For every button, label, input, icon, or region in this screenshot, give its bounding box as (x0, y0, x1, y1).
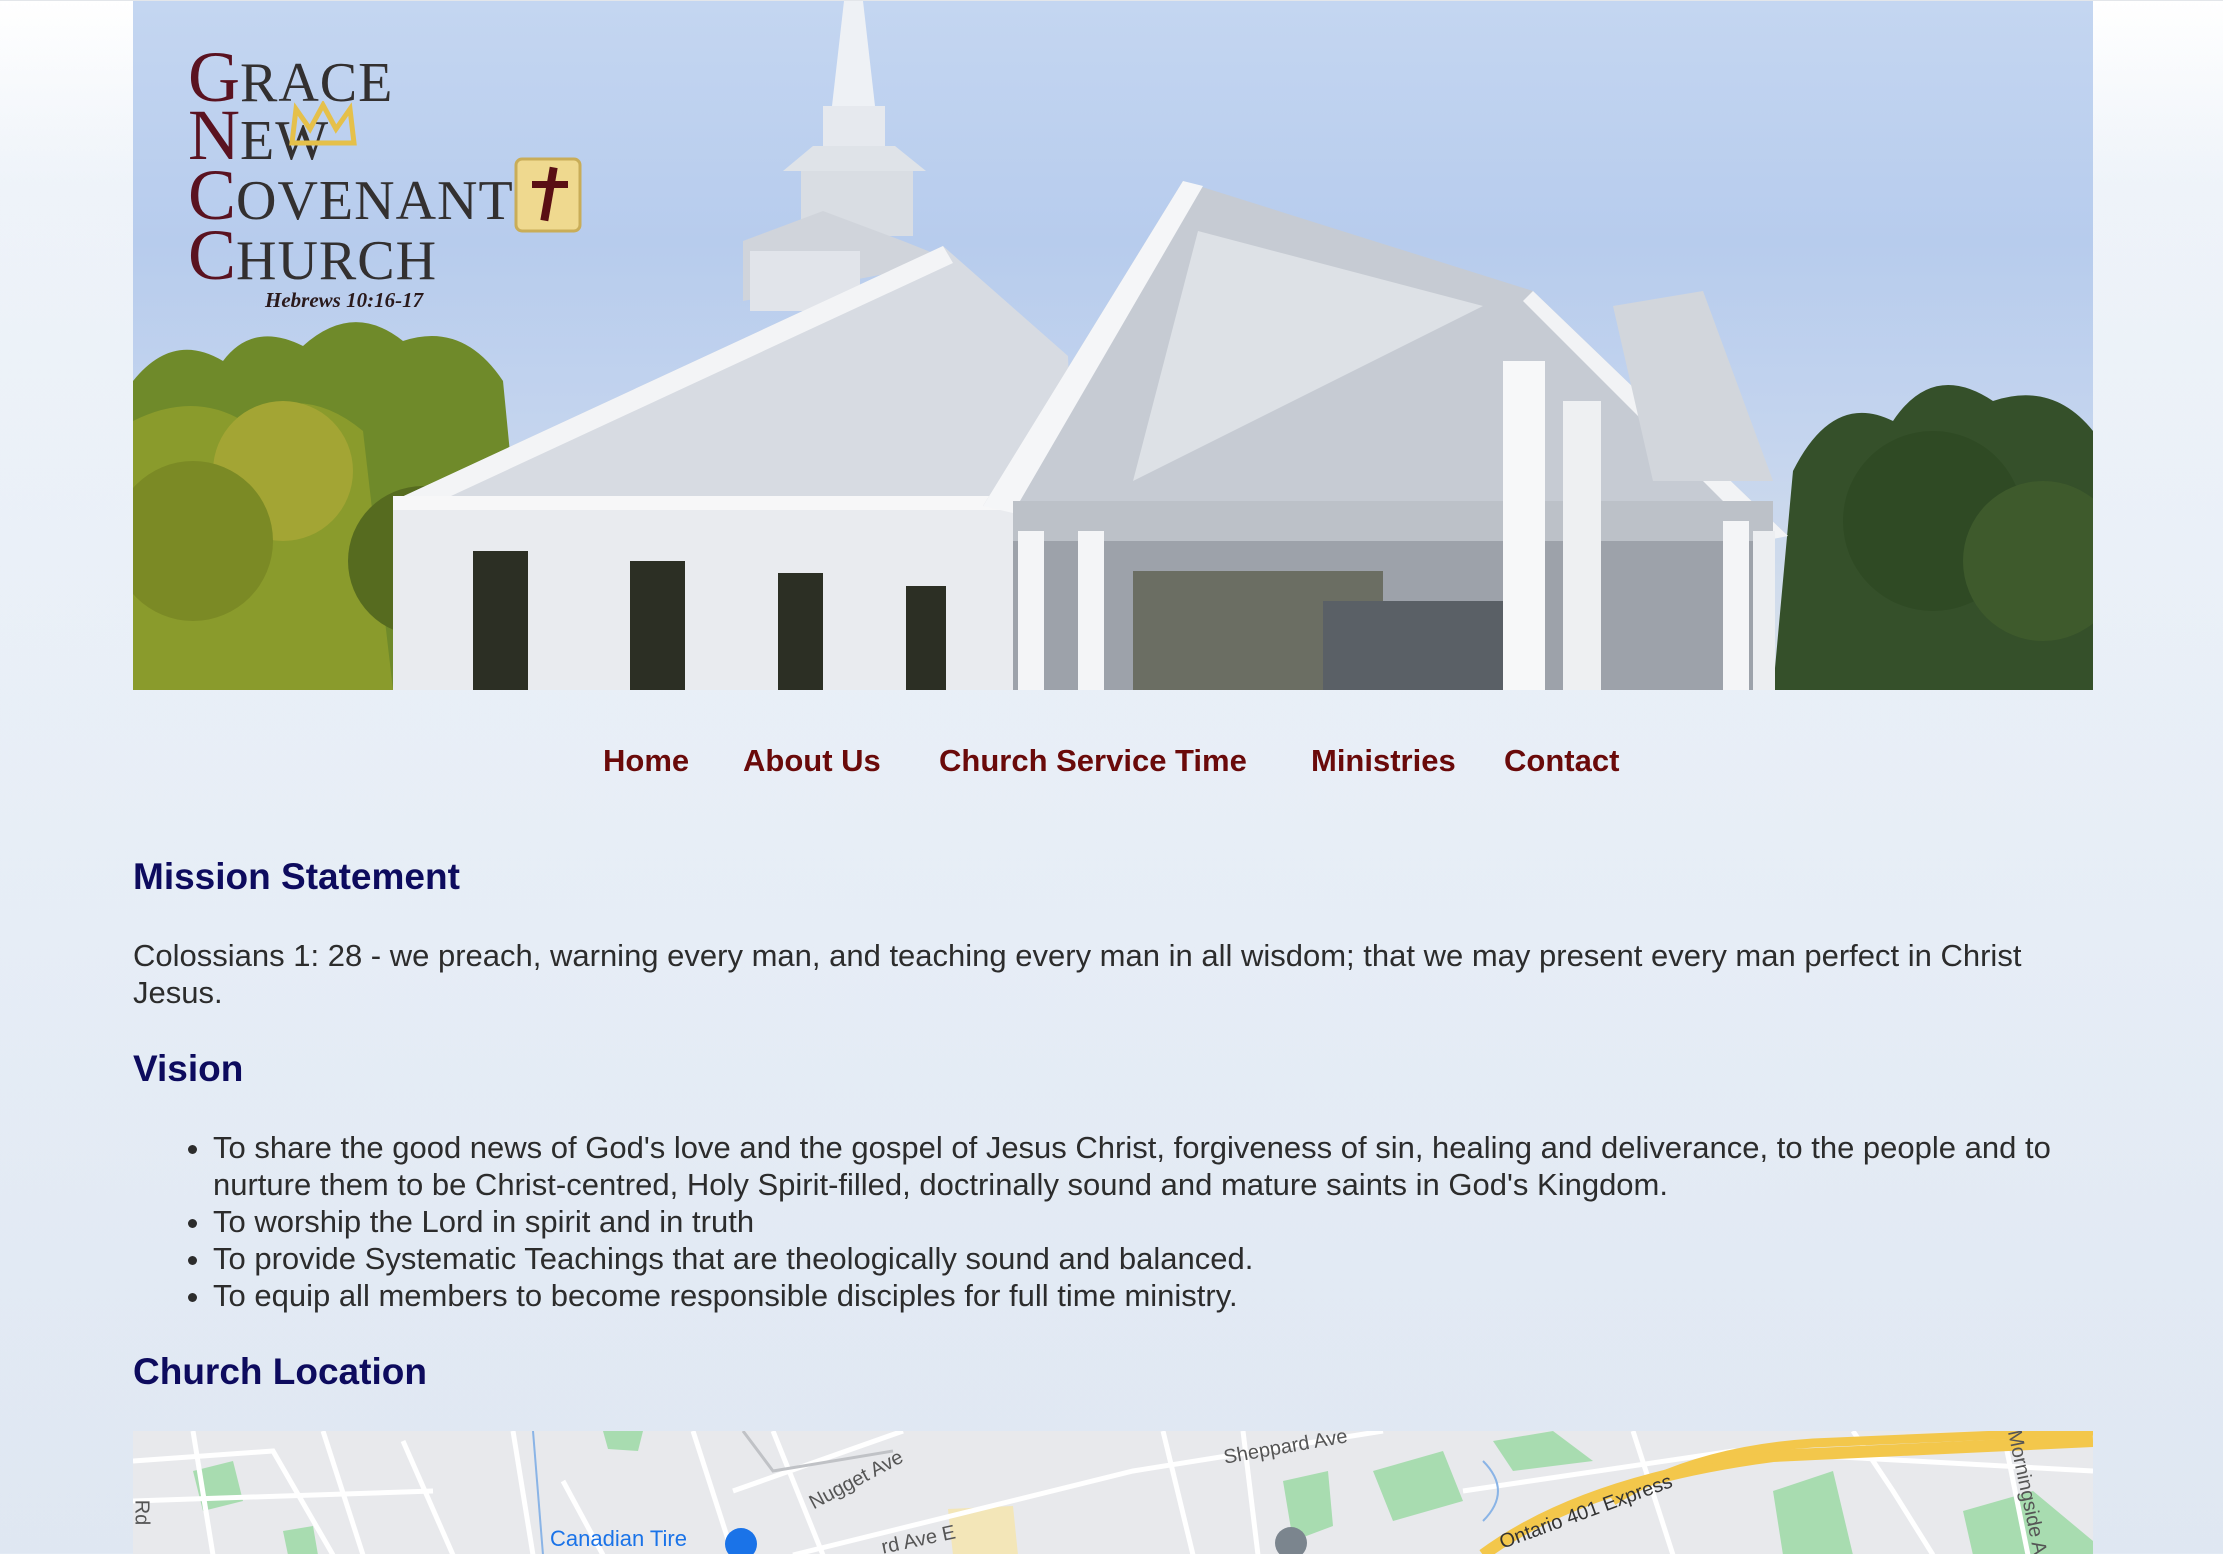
page-container: GRACE NEW COVENANT CHURCH Hebrews 10:16-… (133, 1, 2093, 1554)
map-streets (133, 1431, 2093, 1554)
mission-heading: Mission Statement (133, 856, 460, 897)
logo-line-church: CHURCH (188, 215, 438, 295)
vision-item: To share the good news of God's love and… (188, 1129, 2093, 1203)
location-map[interactable]: Canadian Tire Nugget Ave Sheppard Ave On… (133, 1431, 2093, 1554)
vision-heading: Vision (133, 1048, 244, 1089)
vision-item: To equip all members to become responsib… (188, 1277, 2093, 1314)
logo-verse: Hebrews 10:16-17 (265, 288, 424, 312)
vision-list: To share the good news of God's love and… (133, 1129, 2093, 1314)
church-logo[interactable]: GRACE NEW COVENANT CHURCH Hebrews 10:16-… (188, 41, 608, 321)
hero-banner: GRACE NEW COVENANT CHURCH Hebrews 10:16-… (133, 1, 2093, 690)
vision-item: To provide Systematic Teachings that are… (188, 1240, 2093, 1277)
nav-contact-link[interactable]: Contact (1504, 743, 1619, 779)
nav-church-service-time-link[interactable]: Church Service Time (939, 743, 1247, 779)
nav-home-link[interactable]: Home (603, 743, 689, 779)
nav-about-us-link[interactable]: About Us (743, 743, 881, 779)
location-heading: Church Location (133, 1351, 427, 1392)
mission-text: Colossians 1: 28 - we preach, warning ev… (133, 938, 2022, 1010)
crown-icon (289, 101, 357, 146)
nav-ministries-link[interactable]: Ministries (1311, 743, 1456, 779)
map-label-rd: Rd (133, 1499, 153, 1526)
main-nav: Home About Us Church Service Time Minist… (133, 713, 2093, 778)
map-label-canadian-tire: Canadian Tire (550, 1526, 687, 1551)
scroll-cross-icon (514, 157, 582, 233)
vision-item: To worship the Lord in spirit and in tru… (188, 1203, 2093, 1240)
